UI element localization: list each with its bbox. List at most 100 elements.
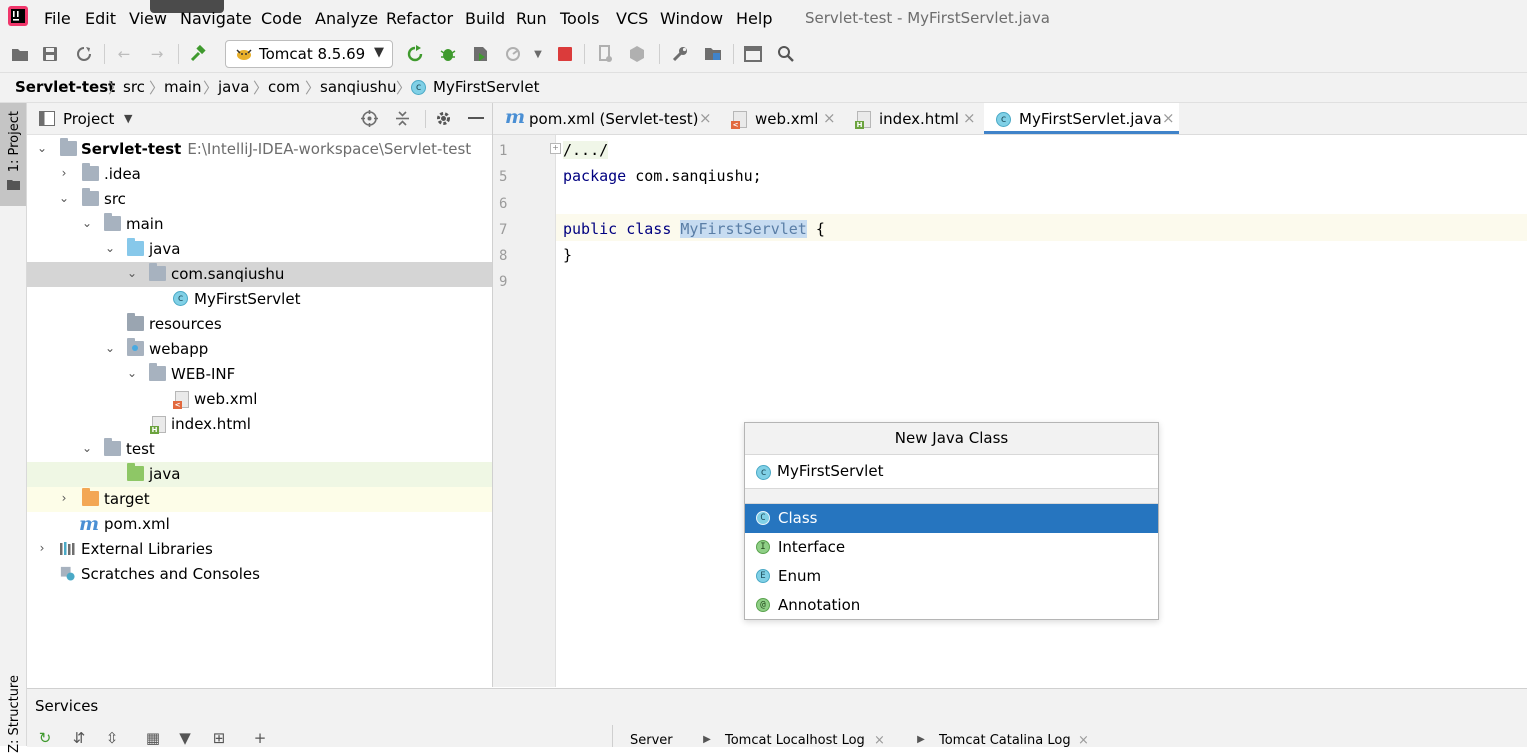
chevron-right-icon[interactable]: › bbox=[57, 491, 71, 505]
menu-file[interactable]: File bbox=[44, 9, 71, 28]
project-tool-window-button[interactable]: 1: Project bbox=[0, 103, 26, 206]
menu-navigate[interactable]: Navigate bbox=[180, 9, 252, 28]
chevron-down-icon[interactable]: ⌄ bbox=[35, 141, 49, 155]
tree-row-index-html[interactable]: H index.html bbox=[27, 412, 492, 437]
project-structure-icon[interactable] bbox=[703, 44, 723, 64]
tree-row-main[interactable]: ⌄ main bbox=[27, 212, 492, 237]
menu-edit[interactable]: Edit bbox=[85, 9, 116, 28]
breadcrumb-item-com[interactable]: com bbox=[268, 78, 300, 96]
chevron-down-icon[interactable]: ⌄ bbox=[125, 266, 139, 280]
kind-option-enum[interactable]: E Enum bbox=[745, 562, 1158, 591]
build-hammer-icon[interactable] bbox=[188, 44, 208, 64]
code-line-5[interactable]: package com.sanqiushu; bbox=[563, 167, 762, 185]
attach-debugger-icon[interactable] bbox=[595, 44, 615, 64]
add-service-icon[interactable]: ⊞ bbox=[209, 729, 229, 747]
structure-tool-window-button[interactable]: Z: Structure bbox=[0, 675, 26, 753]
menu-view[interactable]: View bbox=[129, 9, 167, 28]
breadcrumb-item-project[interactable]: Servlet-test bbox=[15, 78, 115, 96]
profile-icon[interactable] bbox=[504, 44, 524, 64]
tree-row-pom-xml[interactable]: m pom.xml bbox=[27, 512, 492, 537]
presentation-icon[interactable] bbox=[743, 44, 763, 64]
kind-option-interface[interactable]: I Interface bbox=[745, 533, 1158, 562]
menu-run[interactable]: Run bbox=[516, 9, 547, 28]
breadcrumb-item-src[interactable]: src bbox=[123, 78, 145, 96]
collapse-all-icon[interactable] bbox=[394, 110, 411, 127]
close-icon[interactable]: × bbox=[1162, 109, 1175, 127]
menu-vcs[interactable]: VCS bbox=[616, 9, 648, 28]
search-icon[interactable] bbox=[776, 44, 796, 64]
chevron-down-icon[interactable]: ⌄ bbox=[80, 216, 94, 230]
tree-row-myfirstservlet[interactable]: c MyFirstServlet bbox=[27, 287, 492, 312]
kind-option-annotation[interactable]: @ Annotation bbox=[745, 591, 1158, 620]
collapse-all-icon[interactable]: ⇳ bbox=[102, 729, 122, 747]
chevron-down-icon[interactable]: ▼ bbox=[124, 112, 132, 125]
chevron-down-icon[interactable]: ⌄ bbox=[103, 241, 117, 255]
code-line-7[interactable]: public class MyFirstServlet { bbox=[563, 220, 825, 238]
chevron-down-icon[interactable]: ▼ bbox=[528, 44, 548, 64]
expand-all-icon[interactable]: ⇵ bbox=[69, 729, 89, 747]
project-view-selector[interactable]: Project bbox=[63, 110, 114, 128]
tree-row-resources[interactable]: resources bbox=[27, 312, 492, 337]
chevron-down-icon[interactable]: ⌄ bbox=[103, 341, 117, 355]
breadcrumb-item-class[interactable]: MyFirstServlet bbox=[433, 78, 539, 96]
kind-option-class[interactable]: C Class bbox=[745, 504, 1158, 533]
tree-row-scratches[interactable]: Scratches and Consoles bbox=[27, 562, 492, 587]
tree-row-web-xml[interactable]: < web.xml bbox=[27, 387, 492, 412]
tab-web-xml[interactable]: < web.xml × bbox=[719, 103, 843, 134]
breadcrumb-item-sanqiushu[interactable]: sanqiushu bbox=[320, 78, 397, 96]
refresh-icon[interactable]: ↻ bbox=[35, 729, 55, 747]
tree-row-target[interactable]: › target bbox=[27, 487, 492, 512]
close-icon[interactable]: × bbox=[963, 109, 976, 127]
tree-row-com-sanqiushu[interactable]: ⌄ com.sanqiushu bbox=[27, 262, 492, 287]
hide-panel-icon[interactable] bbox=[468, 117, 484, 120]
fold-expand-icon[interactable]: + bbox=[550, 143, 561, 154]
run-configuration-selector[interactable]: Tomcat 8.5.69 ▼ bbox=[225, 40, 393, 68]
menu-tools[interactable]: Tools bbox=[560, 9, 599, 28]
back-arrow-icon[interactable]: ← bbox=[114, 44, 134, 64]
code-line-8[interactable]: } bbox=[563, 246, 572, 264]
code-line-1[interactable]: /.../ bbox=[563, 141, 609, 159]
stop-icon[interactable] bbox=[555, 44, 575, 64]
deploy-icon[interactable] bbox=[627, 44, 647, 64]
menu-code[interactable]: Code bbox=[261, 9, 302, 28]
tree-row-java[interactable]: ⌄ java bbox=[27, 237, 492, 262]
chevron-right-icon[interactable]: › bbox=[35, 541, 49, 555]
tree-row-external-libraries[interactable]: › External Libraries bbox=[27, 537, 492, 562]
chevron-right-icon[interactable]: › bbox=[57, 166, 71, 180]
run-with-coverage-icon[interactable] bbox=[470, 44, 490, 64]
rerun-icon[interactable] bbox=[405, 44, 425, 64]
sync-icon[interactable] bbox=[74, 44, 94, 64]
tab-pom-xml[interactable]: m pom.xml (Servlet-test) × bbox=[493, 103, 719, 134]
debug-bug-icon[interactable] bbox=[438, 44, 458, 64]
menu-refactor[interactable]: Refactor bbox=[386, 9, 453, 28]
menu-build[interactable]: Build bbox=[465, 9, 505, 28]
tab-index-html[interactable]: H index.html × bbox=[843, 103, 983, 134]
close-icon[interactable]: × bbox=[823, 109, 836, 127]
chevron-down-icon[interactable]: ⌄ bbox=[80, 441, 94, 455]
class-name-input[interactable] bbox=[777, 461, 1147, 481]
filter-icon[interactable]: ▼ bbox=[175, 729, 195, 747]
open-folder-icon[interactable] bbox=[10, 44, 30, 64]
gear-icon[interactable] bbox=[435, 110, 452, 127]
settings-wrench-icon[interactable] bbox=[670, 44, 690, 64]
close-icon[interactable]: × bbox=[699, 109, 712, 127]
tree-row-servlet-test[interactable]: ⌄ Servlet-test E:\IntelliJ-IDEA-workspace… bbox=[27, 137, 492, 162]
tree-row-src[interactable]: ⌄ src bbox=[27, 187, 492, 212]
tab-myfirstservlet-java[interactable]: c MyFirstServlet.java × bbox=[984, 103, 1179, 134]
menu-analyze[interactable]: Analyze bbox=[315, 9, 378, 28]
chevron-down-icon[interactable]: ⌄ bbox=[57, 191, 71, 205]
class-name-field[interactable]: c bbox=[745, 455, 1158, 489]
tree-row-webapp[interactable]: ⌄ webapp bbox=[27, 337, 492, 362]
locate-crosshair-icon[interactable] bbox=[361, 110, 378, 127]
chevron-down-icon[interactable]: ⌄ bbox=[125, 366, 139, 380]
plus-icon[interactable]: + bbox=[250, 729, 270, 747]
menu-help[interactable]: Help bbox=[736, 9, 772, 28]
tree-row-test-java[interactable]: java bbox=[27, 462, 492, 487]
menu-window[interactable]: Window bbox=[660, 9, 723, 28]
tree-row-web-inf[interactable]: ⌄ WEB-INF bbox=[27, 362, 492, 387]
save-all-icon[interactable] bbox=[40, 44, 60, 64]
breadcrumb-item-main[interactable]: main bbox=[164, 78, 201, 96]
forward-arrow-icon[interactable]: → bbox=[147, 44, 167, 64]
tree-row-test[interactable]: ⌄ test bbox=[27, 437, 492, 462]
group-by-icon[interactable]: ▦ bbox=[143, 729, 163, 747]
